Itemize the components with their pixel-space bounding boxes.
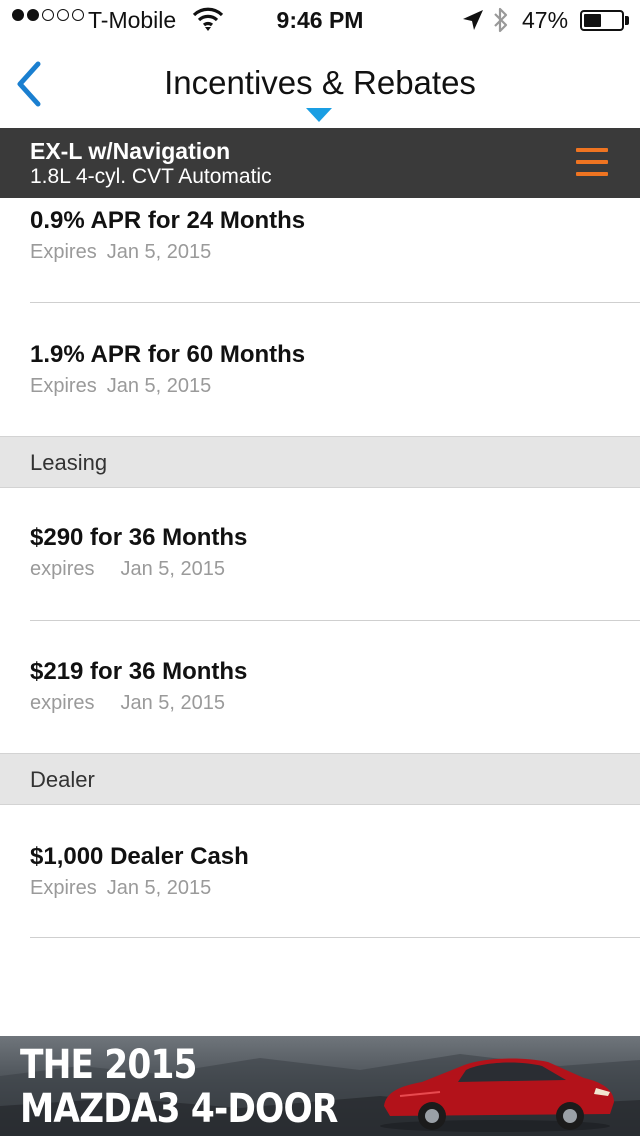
offer-expiry: Expires Jan 5, 2015 xyxy=(30,877,211,900)
navigation-bar: Incentives & Rebates xyxy=(0,40,640,128)
offer-title: $1,000 Dealer Cash xyxy=(30,843,249,870)
expires-label: Expires xyxy=(30,877,97,899)
incentives-list[interactable]: 0.9% APR for 24 Months Expires Jan 5, 201… xyxy=(0,198,640,1036)
expires-date: Jan 5, 2015 xyxy=(120,558,226,580)
section-header-dealer: Dealer xyxy=(0,753,640,805)
list-item[interactable]: 0.9% APR for 24 Months Expires Jan 5, 201… xyxy=(0,198,640,302)
location-arrow-icon xyxy=(463,10,483,30)
expires-label: Expires xyxy=(30,375,97,397)
list-item[interactable]: $219 for 36 Months expires Jan 5, 2015 xyxy=(0,621,640,753)
expires-date: Jan 5, 2015 xyxy=(106,877,212,899)
section-title: Dealer xyxy=(30,767,95,792)
car-image xyxy=(380,1058,614,1132)
offer-expiry: expires Jan 5, 2015 xyxy=(30,692,225,715)
battery-icon xyxy=(580,10,624,31)
trim-header: EX-L w/Navigation 1.8L 4-cyl. CVT Automa… xyxy=(0,128,640,198)
offer-expiry: Expires Jan 5, 2015 xyxy=(30,375,211,398)
expires-date: Jan 5, 2015 xyxy=(106,241,212,263)
expires-date: Jan 5, 2015 xyxy=(106,375,212,397)
ad-banner[interactable]: THE 2015 MAZDA3 4-DOOR xyxy=(0,1036,640,1136)
offer-title: 1.9% APR for 60 Months xyxy=(30,341,306,368)
expires-label: expires xyxy=(30,558,95,580)
expires-label: Expires xyxy=(30,241,97,263)
list-item[interactable]: $1,000 Dealer Cash Expires Jan 5, 2015 xyxy=(0,805,640,937)
status-bar: T-Mobile 9:46 PM 47% xyxy=(0,0,640,40)
battery-percent: 47% xyxy=(522,7,569,33)
caret-down-icon[interactable] xyxy=(306,108,332,122)
battery-level-fill xyxy=(584,14,601,27)
trim-name: EX-L w/Navigation xyxy=(30,138,231,164)
offer-expiry: Expires Jan 5, 2015 xyxy=(30,241,211,264)
trim-engine: 1.8L 4-cyl. CVT Automatic xyxy=(30,165,272,188)
battery-tip xyxy=(625,16,629,25)
offer-expiry: expires Jan 5, 2015 xyxy=(30,558,225,581)
offer-title: 0.9% APR for 24 Months xyxy=(30,207,306,234)
section-title: Leasing xyxy=(30,450,108,475)
offer-title: $219 for 36 Months xyxy=(30,658,248,685)
hamburger-icon xyxy=(576,148,608,152)
list-item[interactable]: $290 for 36 Months expires Jan 5, 2015 xyxy=(0,488,640,620)
list-item[interactable]: 1.9% APR for 60 Months Expires Jan 5, 201… xyxy=(0,303,640,437)
bluetooth-icon xyxy=(494,7,508,33)
expires-label: expires xyxy=(30,692,95,714)
section-header-leasing: Leasing xyxy=(0,436,640,488)
page-title[interactable]: Incentives & Rebates xyxy=(0,64,640,102)
expires-date: Jan 5, 2015 xyxy=(120,692,226,714)
offer-title: $290 for 36 Months xyxy=(30,524,248,551)
ad-headline-line2: MAZDA3 4-DOOR xyxy=(20,1086,338,1132)
menu-button[interactable] xyxy=(572,146,612,180)
ad-headline-line1: THE 2015 xyxy=(20,1042,197,1088)
divider xyxy=(30,937,640,938)
